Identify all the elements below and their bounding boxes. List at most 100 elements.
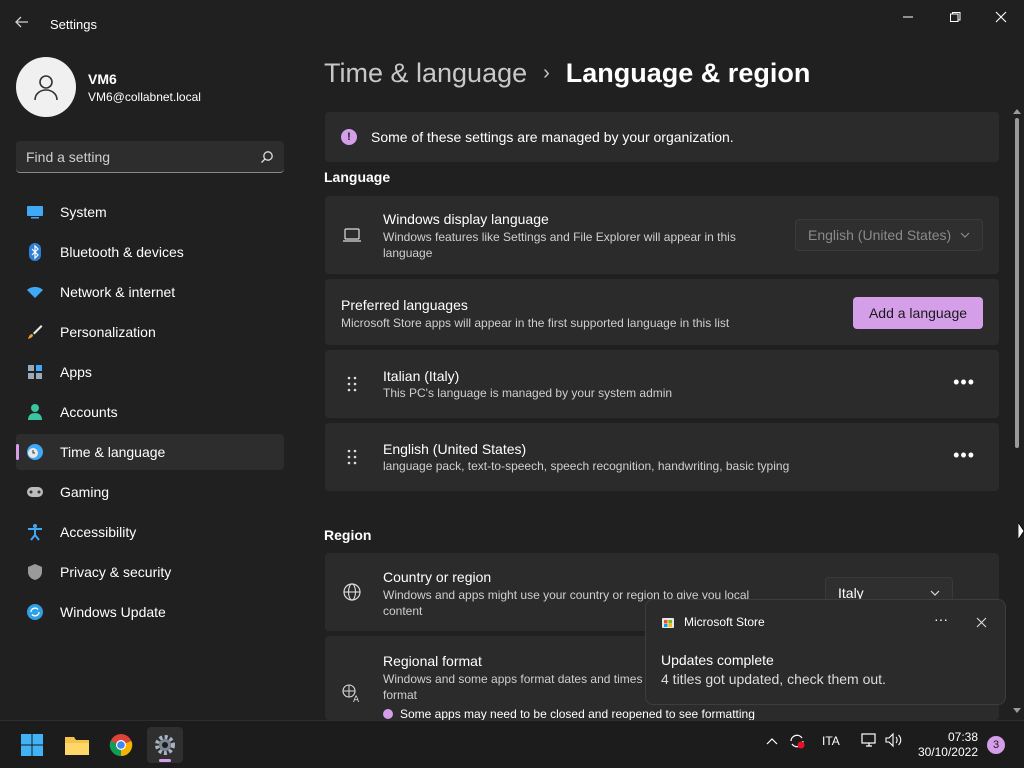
language-indicator[interactable]: ITA bbox=[822, 734, 840, 748]
search-input[interactable]: Find a setting bbox=[16, 141, 284, 173]
mouse-cursor-icon bbox=[1018, 522, 1024, 540]
breadcrumb-separator: › bbox=[543, 62, 550, 84]
regional-format-title: Regional format bbox=[383, 653, 482, 669]
sidebar-item-label: Accessibility bbox=[60, 524, 137, 540]
sidebar-item-time-language[interactable]: Time & language bbox=[16, 434, 284, 470]
profile-name: VM6 bbox=[88, 70, 117, 87]
maximize-button[interactable] bbox=[935, 6, 975, 28]
sidebar-item-label: Network & internet bbox=[60, 284, 176, 300]
minimize-button[interactable] bbox=[888, 6, 928, 28]
more-options-button[interactable]: ••• bbox=[953, 372, 975, 393]
close-button[interactable] bbox=[981, 6, 1021, 28]
display-language-subtitle: Windows features like Settings and File … bbox=[383, 230, 736, 260]
settings-gear-icon bbox=[155, 735, 175, 755]
scroll-thumb[interactable] bbox=[1015, 118, 1019, 448]
toast-body: 4 titles got updated, check them out. bbox=[661, 671, 886, 687]
drag-handle-icon[interactable] bbox=[345, 375, 359, 393]
tray-sync-icon[interactable] bbox=[788, 732, 806, 753]
maximize-icon bbox=[950, 12, 961, 22]
clock-date: 30/10/2022 bbox=[917, 745, 978, 759]
sidebar-item-apps[interactable]: Apps bbox=[16, 354, 284, 390]
display-language-card: Windows display language Windows feature… bbox=[325, 196, 999, 274]
sidebar-item-label: Time & language bbox=[60, 444, 166, 460]
profile-email: VM6@collabnet.local bbox=[88, 89, 201, 104]
laptop-icon bbox=[341, 224, 363, 246]
back-arrow-icon bbox=[15, 16, 28, 28]
section-title-region: Region bbox=[324, 527, 372, 543]
user-profile[interactable]: VM6 VM6@collabnet.local bbox=[16, 57, 201, 117]
sidebar-item-windows-update[interactable]: Windows Update bbox=[16, 594, 284, 630]
preferred-languages-subtitle: Microsoft Store apps will appear in the … bbox=[341, 316, 730, 330]
regional-format-subtitle-cont: format bbox=[383, 688, 418, 702]
update-icon bbox=[26, 603, 44, 621]
globe-icon bbox=[341, 581, 363, 603]
apps-icon bbox=[26, 363, 44, 381]
search-icon[interactable] bbox=[260, 150, 274, 164]
drag-handle-icon[interactable] bbox=[345, 448, 359, 466]
toast-notification[interactable]: Microsoft Store ··· Updates complete 4 t… bbox=[645, 599, 1006, 705]
sidebar-item-privacy[interactable]: Privacy & security bbox=[16, 554, 284, 590]
sidebar-item-bluetooth[interactable]: Bluetooth & devices bbox=[16, 234, 284, 270]
volume-icon[interactable] bbox=[884, 732, 902, 751]
toast-more-button[interactable]: ··· bbox=[934, 611, 948, 627]
toast-app-name: Microsoft Store bbox=[684, 615, 765, 629]
taskbar-chrome[interactable] bbox=[103, 727, 139, 763]
sidebar-item-label: Apps bbox=[60, 364, 92, 380]
language-item-english[interactable]: English (United States) language pack, t… bbox=[325, 423, 999, 491]
regional-format-icon: A bbox=[341, 682, 363, 704]
country-region-title: Country or region bbox=[383, 569, 492, 585]
scroll-down-icon[interactable] bbox=[1013, 708, 1021, 714]
bluetooth-icon bbox=[26, 243, 44, 261]
taskbar: ITA 07:38 30/10/2022 3 bbox=[0, 720, 1024, 768]
svg-text:A: A bbox=[353, 695, 360, 703]
accounts-icon bbox=[26, 403, 44, 421]
sidebar-item-label: Gaming bbox=[60, 484, 110, 500]
scroll-up-icon[interactable] bbox=[1013, 108, 1021, 114]
sidebar-item-label: Bluetooth & devices bbox=[60, 244, 184, 260]
search-placeholder: Find a setting bbox=[26, 148, 111, 165]
breadcrumb-parent[interactable]: Time & language bbox=[324, 58, 527, 89]
notification-badge[interactable]: 3 bbox=[987, 736, 1005, 754]
regional-format-subtitle: Windows and some apps format dates and t… bbox=[383, 672, 643, 686]
breadcrumb: Time & language › Language & region bbox=[324, 58, 810, 89]
monitor-icon bbox=[26, 203, 44, 221]
page-title: Language & region bbox=[565, 58, 811, 88]
file-explorer-icon bbox=[65, 737, 89, 755]
sidebar-item-personalization[interactable]: Personalization bbox=[16, 314, 284, 350]
taskbar-file-explorer[interactable] bbox=[59, 727, 95, 763]
scrollbar[interactable] bbox=[1012, 108, 1022, 718]
language-detail: This PC's language is managed by your sy… bbox=[383, 386, 673, 400]
section-title-language: Language bbox=[324, 169, 391, 185]
note-dot-icon bbox=[383, 709, 393, 719]
sidebar-item-gaming[interactable]: Gaming bbox=[16, 474, 284, 510]
sidebar-item-accessibility[interactable]: Accessibility bbox=[16, 514, 284, 550]
app-title: Settings bbox=[50, 17, 97, 32]
chrome-icon bbox=[109, 734, 133, 757]
sidebar-item-label: Privacy & security bbox=[60, 564, 172, 580]
minimize-icon bbox=[903, 16, 913, 18]
language-name: English (United States) bbox=[383, 441, 527, 457]
store-icon bbox=[661, 615, 675, 634]
taskbar-clock[interactable]: 07:38 30/10/2022 bbox=[912, 730, 978, 760]
clock-time: 07:38 bbox=[947, 730, 978, 744]
windows-start-icon bbox=[21, 734, 43, 756]
display-language-dropdown[interactable]: English (United States) bbox=[795, 219, 983, 251]
more-options-button[interactable]: ••• bbox=[953, 445, 975, 466]
banner-text: Some of these settings are managed by yo… bbox=[371, 129, 734, 145]
add-language-button[interactable]: Add a language bbox=[853, 297, 983, 329]
language-item-italian[interactable]: Italian (Italy) This PC's language is ma… bbox=[325, 350, 999, 418]
sidebar-item-network[interactable]: Network & internet bbox=[16, 274, 284, 310]
gamepad-icon bbox=[26, 483, 44, 501]
back-button[interactable] bbox=[14, 14, 34, 34]
taskbar-settings[interactable] bbox=[147, 727, 183, 763]
sidebar-item-system[interactable]: System bbox=[16, 194, 284, 230]
sidebar-item-accounts[interactable]: Accounts bbox=[16, 394, 284, 430]
show-hidden-icons-button[interactable] bbox=[766, 734, 778, 748]
start-button[interactable] bbox=[14, 727, 50, 763]
accessibility-icon bbox=[26, 523, 44, 541]
toast-close-button[interactable] bbox=[976, 615, 987, 633]
network-icon[interactable] bbox=[860, 732, 878, 751]
language-detail: language pack, text-to-speech, speech re… bbox=[383, 459, 790, 473]
user-icon bbox=[34, 75, 58, 101]
preferred-languages-title: Preferred languages bbox=[341, 297, 468, 313]
